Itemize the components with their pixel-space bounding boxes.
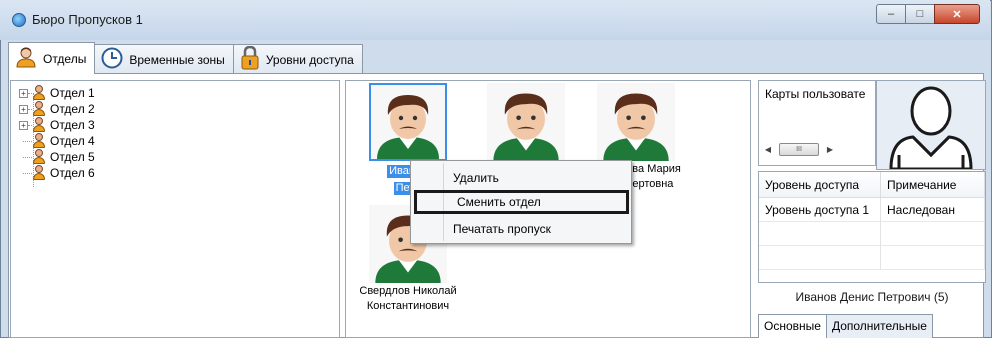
user-avatar[interactable] <box>369 83 447 161</box>
expand-icon[interactable]: + <box>19 104 28 114</box>
person-icon <box>487 83 565 161</box>
horizontal-scrollbar[interactable]: ◀ III ▶ <box>761 141 873 158</box>
tree-item-label: Отдел 1 <box>50 86 95 100</box>
scroll-right-icon[interactable]: ▶ <box>823 143 837 157</box>
department-tree[interactable]: + Отдел 1 + Отдел 2 + Отдел 3 Отдел 4 От… <box>10 80 340 338</box>
user-avatar[interactable] <box>487 83 565 161</box>
tab-additional[interactable]: Дополнительные <box>825 314 933 338</box>
menu-item-change-department[interactable]: Сменить отдел <box>414 190 629 214</box>
clock-icon <box>101 47 123 72</box>
person-icon <box>371 85 445 159</box>
table-cell[interactable]: Уровень доступа 1 <box>759 198 881 222</box>
scroll-thumb[interactable]: III <box>779 143 819 156</box>
department-icon <box>32 101 46 117</box>
window-title: Бюро Пропусков 1 <box>32 12 143 27</box>
department-icon <box>32 133 46 149</box>
table-cell <box>881 246 985 270</box>
tree-item-label: Отдел 3 <box>50 118 95 132</box>
person-tabs: Основные Дополнительные <box>758 314 933 338</box>
tab-main[interactable]: Основные <box>758 314 827 338</box>
access-level-table[interactable]: Уровень доступа Примечание Уровень досту… <box>758 171 986 283</box>
tree-item-label: Отдел 2 <box>50 102 95 116</box>
tree-item-department-2[interactable]: + Отдел 2 <box>19 101 95 117</box>
column-header-note[interactable]: Примечание <box>881 172 985 198</box>
tree-item-department-6[interactable]: Отдел 6 <box>23 165 95 181</box>
lock-icon <box>240 45 260 73</box>
table-cell <box>759 246 881 270</box>
menu-item-delete[interactable]: Удалить <box>413 166 629 190</box>
maximize-button[interactable]: □ <box>905 4 935 24</box>
tree-item-label: Отдел 6 <box>50 166 95 180</box>
column-header-access-level[interactable]: Уровень доступа <box>759 172 881 198</box>
department-icon <box>32 85 46 101</box>
menu-item-print-pass[interactable]: Печатать пропуск <box>413 217 629 241</box>
department-icon <box>32 149 46 165</box>
user-photo[interactable] <box>876 80 986 171</box>
context-menu[interactable]: Удалить Сменить отдел Печатать пропуск <box>410 160 632 244</box>
close-button[interactable]: ✕ <box>934 4 980 24</box>
table-cell <box>881 222 985 246</box>
user-icon <box>15 46 37 71</box>
tree-item-department-3[interactable]: + Отдел 3 <box>19 117 95 133</box>
user-avatar[interactable] <box>597 83 675 161</box>
table-cell[interactable]: Наследован <box>881 198 985 222</box>
department-icon <box>32 117 46 133</box>
tab-label: Временные зоны <box>129 52 225 67</box>
title-bar[interactable]: Бюро Пропусков 1 – □ ✕ <box>0 0 990 40</box>
user-cards-list[interactable]: Карты пользовате ◀ III ▶ <box>758 80 876 166</box>
department-icon <box>32 165 46 181</box>
person-silhouette-icon <box>877 81 985 171</box>
tab-label: Уровни доступа <box>265 52 354 67</box>
tab-label: Отделы <box>43 51 87 66</box>
selected-person-label: Иванов Денис Петрович (5) <box>795 290 949 304</box>
tree-item-department-4[interactable]: Отдел 4 <box>23 133 95 149</box>
cards-header: Карты пользовате <box>765 87 866 101</box>
tree-item-label: Отдел 5 <box>50 150 95 164</box>
tree-item-department-1[interactable]: + Отдел 1 <box>19 85 95 101</box>
scroll-left-icon[interactable]: ◀ <box>761 143 775 157</box>
expand-icon[interactable]: + <box>19 120 28 130</box>
user-card[interactable] <box>476 83 576 163</box>
table-cell <box>759 222 881 246</box>
app-icon <box>12 13 26 27</box>
tab-access-levels[interactable]: Уровни доступа <box>232 44 363 74</box>
minimize-button[interactable]: – <box>876 4 906 24</box>
tree-item-department-5[interactable]: Отдел 5 <box>23 149 95 165</box>
user-name-line1: Свердлов Николай <box>359 285 457 297</box>
tree-item-label: Отдел 4 <box>50 134 95 148</box>
main-tabs: Отделы Временные зоны Уровни доступа <box>8 42 363 74</box>
expand-icon[interactable]: + <box>19 88 28 98</box>
user-name-line2: Константинович <box>366 300 450 312</box>
tab-time-zones[interactable]: Временные зоны <box>94 44 234 74</box>
tab-departments[interactable]: Отделы <box>8 42 96 74</box>
person-icon <box>597 83 675 161</box>
